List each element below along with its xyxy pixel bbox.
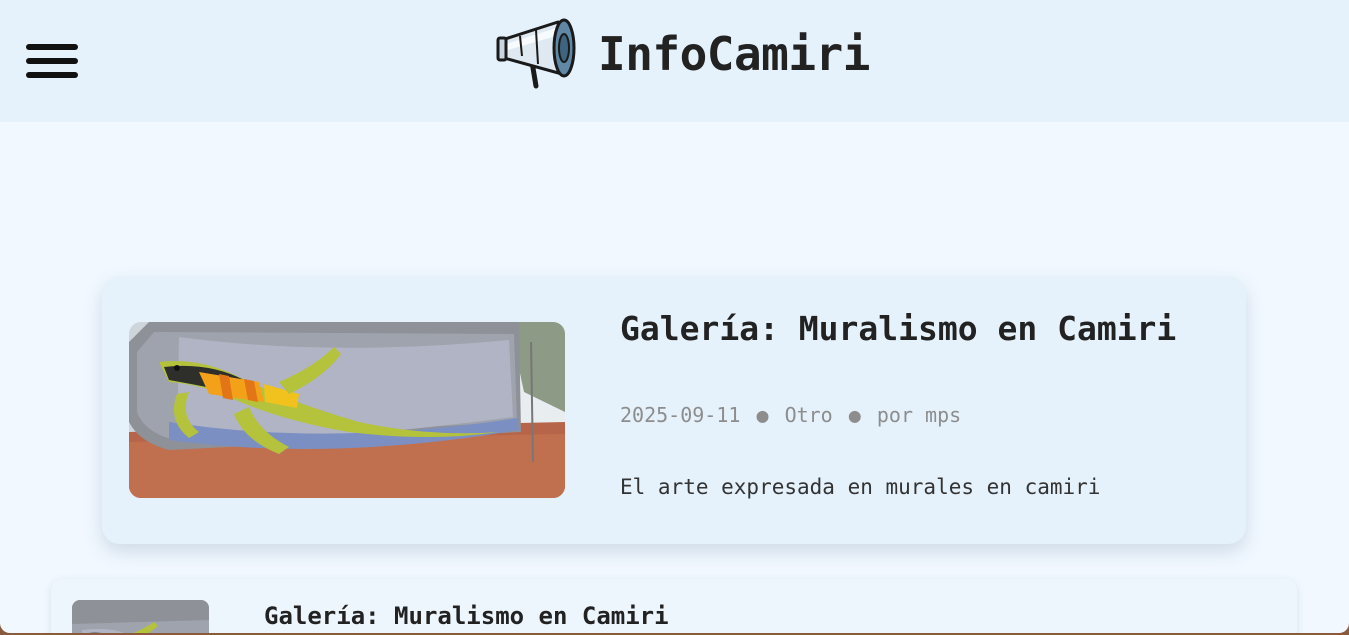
featured-post-title[interactable]: Galería: Muralismo en Camiri [620,304,1220,354]
page: InfoCamiri Galería: Muralismo en Camiri … [0,0,1349,633]
list-item[interactable]: Galería: Muralismo en Camiri [51,579,1297,633]
list-item-title[interactable]: Galería: Muralismo en Camiri [264,601,669,631]
featured-post-image[interactable] [129,322,565,498]
meta-separator: ● [756,403,769,427]
site-title: InfoCamiri [598,27,870,81]
post-meta: 2025-09-11 ● Otro ● por mps [620,402,961,428]
site-header: InfoCamiri [0,0,1349,122]
post-category[interactable]: Otro [785,403,833,427]
site-brand-link[interactable]: InfoCamiri [496,16,870,92]
featured-post-card[interactable]: Galería: Muralismo en Camiri 2025-09-11 … [102,276,1246,544]
mural-lizard-photo [72,600,209,633]
mural-lizard-photo [129,322,565,498]
menu-button[interactable] [24,42,80,82]
meta-separator: ● [848,403,861,427]
list-item-image[interactable] [72,600,209,633]
megaphone-icon [496,18,576,89]
post-author: por mps [876,403,962,427]
post-excerpt: El arte expresada en murales en camiri [620,475,1101,499]
post-date: 2025-09-11 [620,403,741,427]
